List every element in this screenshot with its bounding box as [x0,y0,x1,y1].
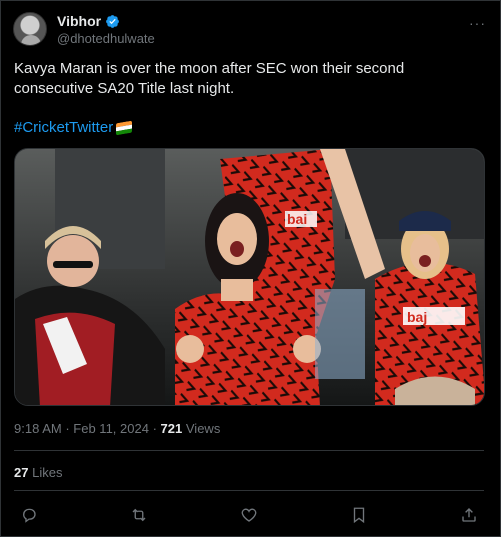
jersey-text-right: baj [407,309,427,325]
bookmark-icon [353,507,365,524]
likes-link[interactable]: 27 Likes [14,465,62,480]
avatar[interactable] [13,12,47,46]
hashtag-link[interactable]: #CricketTwitter [14,119,133,136]
views-count: 721 [160,421,183,436]
tweet-text: Kavya Maran is over the moon after SEC w… [14,60,405,97]
views-label: Views [185,421,221,436]
author-handle[interactable]: @dhotedhulwate [57,31,155,46]
divider [14,490,484,491]
likes-label[interactable]: Likes [32,465,62,480]
flag-icon [116,120,133,135]
heart-icon [241,508,257,522]
tweet-date[interactable]: Feb 11, 2024 [73,421,149,436]
reply-button[interactable] [18,504,40,526]
tweet-time[interactable]: 9:18 AM [14,421,62,436]
author-name-row: Vibhor [57,13,120,29]
more-options-icon[interactable]: ··· [469,15,486,31]
tweet-card: Vibhor @dhotedhulwate ··· Kavya Maran is… [0,0,501,537]
photo-illustration: bai baj [15,149,484,405]
reply-icon [23,508,36,523]
hashtag-text[interactable]: #CricketTwitter [14,119,113,136]
bookmark-button[interactable] [348,504,370,526]
tweet-media-photo[interactable]: bai baj [14,148,485,406]
meta-separator-2: · [152,421,157,436]
tweet-meta: 9:18 AM · Feb 11, 2024 · 721 Views [14,421,220,436]
share-button[interactable] [458,504,480,526]
action-bar [14,504,484,526]
author-name[interactable]: Vibhor [57,13,101,29]
retweet-icon [132,508,146,522]
retweet-button[interactable] [128,504,150,526]
meta-separator: · [65,421,70,436]
verified-badge-icon [106,14,119,28]
tweet-header: Vibhor @dhotedhulwate ··· [13,11,488,51]
share-icon [462,508,476,522]
like-button[interactable] [238,504,260,526]
divider [14,450,484,451]
jersey-text-left: bai [287,211,307,227]
likes-count[interactable]: 27 [14,465,28,480]
